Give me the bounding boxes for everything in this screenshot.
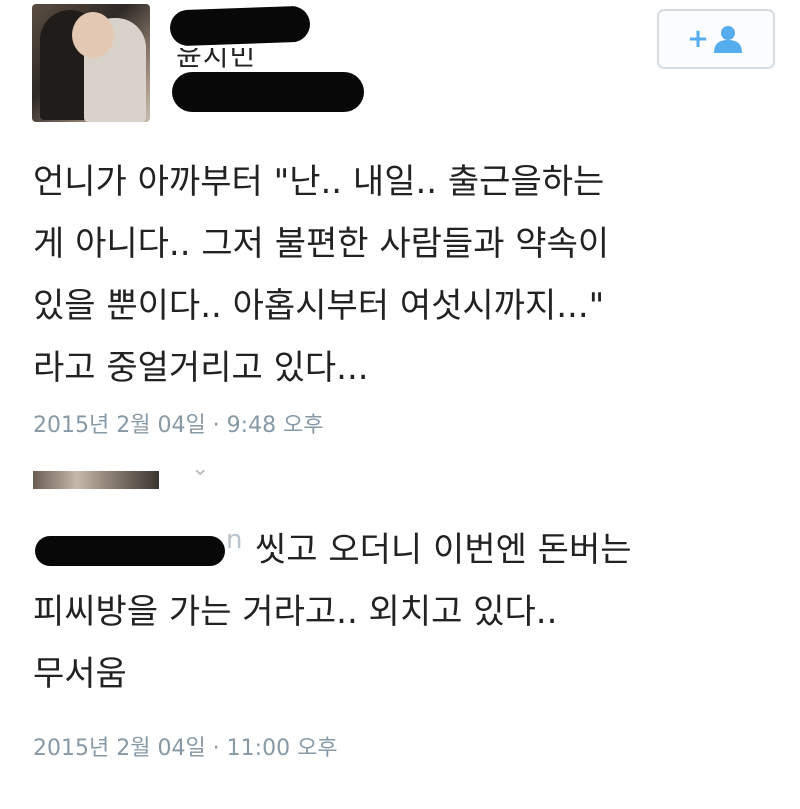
tweet1-line: 언니가 아까부터 "난.. 내일.. 출근을하는	[33, 162, 605, 202]
redaction-mention	[35, 536, 225, 566]
mention-tail: n	[226, 525, 243, 555]
tweet2-line: 피씨방을 가는 거라고.. 외치고 있다..	[33, 592, 558, 632]
avatar-face	[72, 12, 114, 58]
tweet1-line: 라고 중얼거리고 있다...	[33, 348, 369, 388]
tweet1-line: 게 아니다.. 그저 불편한 사람들과 약속이	[33, 224, 610, 264]
tweet1-timestamp[interactable]: 2015년 2월 04일 · 9:48 오후	[33, 407, 324, 439]
tweet2-line: 씻고 오더니 이번엔 돈버는	[255, 530, 632, 570]
tweet2-first-line: n 씻고 오더니 이번엔 돈버는	[33, 519, 773, 581]
next-avatar-partial	[33, 471, 159, 489]
redaction-name-top	[169, 5, 311, 47]
tweet2-text: 피씨방을 가는 거라고.. 외치고 있다.. 무서움	[33, 581, 557, 705]
reply-chevron-icon: ⌄	[191, 456, 210, 481]
redaction-handle	[172, 72, 364, 112]
follow-plus: +	[687, 24, 709, 54]
tweet2-line: 무서움	[33, 654, 127, 694]
tweet1-text: 언니가 아까부터 "난.. 내일.. 출근을하는 게 아니다.. 그저 불편한 …	[33, 151, 609, 399]
tweet1-line: 있을 뿐이다.. 아홉시부터 여섯시까지..."	[33, 286, 605, 326]
follow-button[interactable]: +	[657, 9, 775, 69]
tweet2-timestamp[interactable]: 2015년 2월 04일 · 11:00 오후	[33, 730, 338, 762]
avatar[interactable]	[32, 4, 150, 122]
person-add-icon	[713, 26, 742, 53]
